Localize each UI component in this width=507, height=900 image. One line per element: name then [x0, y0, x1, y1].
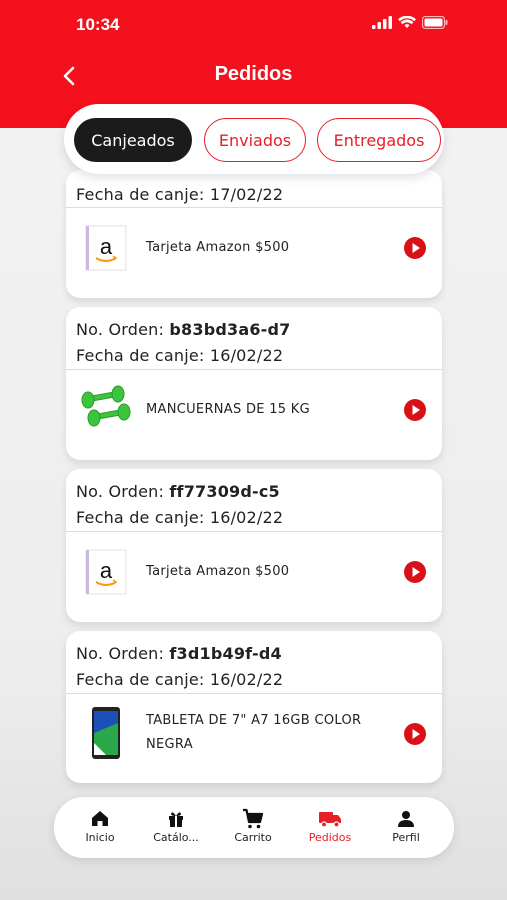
nav-label: Inicio — [85, 831, 115, 844]
divider — [66, 207, 442, 208]
divider — [66, 531, 442, 532]
nav-inicio[interactable]: Inicio — [65, 797, 135, 858]
status-time: 10:34 — [76, 15, 120, 34]
play-icon[interactable] — [403, 236, 427, 260]
redeem-date: Fecha de canje: 17/02/22 — [76, 185, 284, 204]
amazon-card-icon: a — [76, 542, 136, 602]
play-icon[interactable] — [403, 560, 427, 584]
order-card[interactable]: Fecha de canje: 17/02/22 a Tarjeta Amazo… — [66, 170, 442, 298]
divider — [66, 369, 442, 370]
nav-label: Catálo... — [153, 831, 199, 844]
redeem-date: Fecha de canje: 16/02/22 — [76, 670, 284, 689]
nav-catalogo[interactable]: Catálo... — [141, 797, 211, 858]
tab-entregados[interactable]: Entregados — [317, 118, 441, 162]
product-name: TABLETA DE 7" A7 16GB COLOR NEGRA — [146, 713, 362, 752]
gift-icon — [169, 812, 183, 827]
svg-text:a: a — [100, 558, 113, 583]
nav-label: Carrito — [234, 831, 272, 844]
bottom-nav: Inicio Catálo... Carrito Pedidos Perfil — [54, 797, 454, 858]
divider — [66, 693, 442, 694]
order-status-tabs: Canjeados Enviados Entregados — [64, 104, 444, 174]
product-name: MANCUERNAS DE 15 KG — [146, 402, 311, 417]
tab-enviados[interactable]: Enviados — [204, 118, 306, 162]
tab-canjeados[interactable]: Canjeados — [74, 118, 192, 162]
play-icon[interactable] — [403, 722, 427, 746]
signal-icon — [372, 16, 392, 29]
nav-perfil[interactable]: Perfil — [371, 797, 441, 858]
svg-text:a: a — [100, 234, 113, 259]
redeem-date: Fecha de canje: 16/02/22 — [76, 346, 284, 365]
tablet-icon — [76, 703, 136, 763]
page-title: Pedidos — [214, 63, 293, 85]
truck-icon — [319, 812, 341, 828]
nav-label: Pedidos — [308, 831, 352, 844]
redeem-date: Fecha de canje: 16/02/22 — [76, 508, 284, 527]
wifi-icon — [398, 16, 416, 28]
battery-icon — [422, 16, 448, 29]
play-icon[interactable] — [403, 398, 427, 422]
home-icon — [92, 811, 108, 826]
nav-pedidos[interactable]: Pedidos — [295, 797, 365, 858]
nav-label: Perfil — [392, 831, 420, 844]
cart-icon — [243, 808, 264, 829]
amazon-card-icon: a — [76, 218, 136, 278]
order-card[interactable]: No. Orden: ff77309d-c5 Fecha de canje: 1… — [66, 469, 442, 622]
order-card[interactable]: No. Orden: f3d1b49f-d4 Fecha de canje: 1… — [66, 631, 442, 783]
nav-carrito[interactable]: Carrito — [218, 797, 288, 858]
order-number: No. Orden: f3d1b49f-d4 — [76, 644, 282, 663]
user-icon — [398, 811, 414, 827]
order-number: No. Orden: b83bd3a6-d7 — [76, 320, 291, 339]
product-name: Tarjeta Amazon $500 — [146, 564, 290, 579]
product-name: Tarjeta Amazon $500 — [146, 240, 290, 255]
order-card[interactable]: No. Orden: b83bd3a6-d7 Fecha de canje: 1… — [66, 307, 442, 460]
dumbbells-icon — [76, 380, 136, 440]
order-number: No. Orden: ff77309d-c5 — [76, 482, 280, 501]
status-icons — [372, 16, 448, 29]
